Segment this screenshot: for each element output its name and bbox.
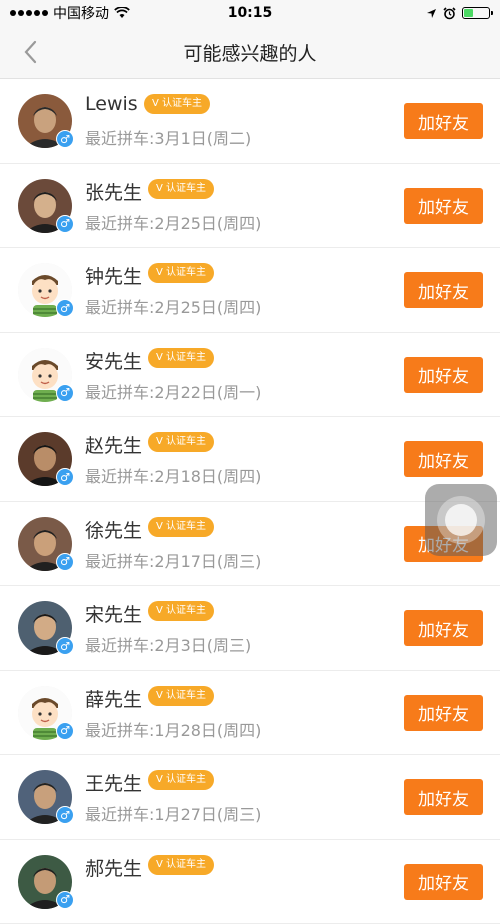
- person-name: 郝先生: [85, 854, 142, 881]
- add-friend-button[interactable]: 加好友: [404, 441, 483, 477]
- list-item[interactable]: ♂ 张先生 V 认证车主最近拼车:2月25日(周四) 加好友: [0, 164, 500, 249]
- male-gender-icon: ♂: [56, 215, 74, 233]
- verified-owner-badge: V 认证车主: [144, 94, 210, 114]
- add-friend-button[interactable]: 加好友: [404, 188, 483, 224]
- last-ride-text: 最近拼车:2月25日(周四): [85, 294, 261, 318]
- add-friend-button[interactable]: 加好友: [404, 864, 483, 900]
- verified-owner-badge: V 认证车主: [148, 601, 214, 621]
- add-friend-button[interactable]: 加好友: [404, 103, 483, 139]
- last-ride-text: 最近拼车:2月3日(周三): [85, 632, 251, 656]
- verified-owner-badge: V 认证车主: [148, 179, 214, 199]
- person-name: 安先生: [85, 347, 142, 374]
- last-ride-text: 最近拼车:3月1日(周二): [85, 125, 251, 149]
- list-item[interactable]: ♂ 郝先生 V 认证车主 加好友: [0, 840, 500, 924]
- add-friend-button[interactable]: 加好友: [404, 610, 483, 646]
- list-item[interactable]: ♂ Lewis V 认证车主最近拼车:3月1日(周二) 加好友: [0, 79, 500, 164]
- male-gender-icon: ♂: [56, 637, 74, 655]
- person-name: 宋先生: [85, 600, 142, 627]
- last-ride-text: 最近拼车:2月22日(周一): [85, 379, 261, 403]
- male-gender-icon: ♂: [56, 384, 74, 402]
- last-ride-text: 最近拼车:2月25日(周四): [85, 210, 261, 234]
- male-gender-icon: ♂: [56, 553, 74, 571]
- list-item[interactable]: ♂ 王先生 V 认证车主最近拼车:1月27日(周三) 加好友: [0, 755, 500, 840]
- person-name: 张先生: [85, 178, 142, 205]
- verified-owner-badge: V 认证车主: [148, 263, 214, 283]
- last-ride-text: 最近拼车:2月18日(周四): [85, 463, 261, 487]
- male-gender-icon: ♂: [56, 891, 74, 909]
- clock-time: 10:15: [0, 5, 500, 21]
- last-ride-text: 最近拼车:1月27日(周三): [85, 801, 261, 825]
- page-title: 可能感兴趣的人: [183, 39, 316, 66]
- male-gender-icon: ♂: [56, 299, 74, 317]
- battery-icon: [462, 7, 490, 19]
- male-gender-icon: ♂: [56, 468, 74, 486]
- list-item[interactable]: ♂ 薛先生 V 认证车主最近拼车:1月28日(周四) 加好友: [0, 671, 500, 756]
- male-gender-icon: ♂: [56, 130, 74, 148]
- add-friend-button[interactable]: 加好友: [404, 357, 483, 393]
- add-friend-button[interactable]: 加好友: [404, 695, 483, 731]
- add-friend-button[interactable]: 加好友: [404, 272, 483, 308]
- verified-owner-badge: V 认证车主: [148, 686, 214, 706]
- person-name: 徐先生: [85, 516, 142, 543]
- last-ride-text: 最近拼车:2月17日(周三): [85, 548, 261, 572]
- male-gender-icon: ♂: [56, 722, 74, 740]
- list-item[interactable]: ♂ 宋先生 V 认证车主最近拼车:2月3日(周三) 加好友: [0, 586, 500, 671]
- list-item[interactable]: ♂ 钟先生 V 认证车主最近拼车:2月25日(周四) 加好友: [0, 248, 500, 333]
- nav-bar: 可能感兴趣的人: [0, 26, 500, 79]
- assistive-touch-button[interactable]: [425, 484, 497, 556]
- list-item[interactable]: ♂ 安先生 V 认证车主最近拼车:2月22日(周一) 加好友: [0, 333, 500, 418]
- male-gender-icon: ♂: [56, 806, 74, 824]
- chevron-left-icon[interactable]: [20, 38, 44, 66]
- person-name: 赵先生: [85, 431, 142, 458]
- person-name: 钟先生: [85, 262, 142, 289]
- list-item[interactable]: ♂ 赵先生 V 认证车主最近拼车:2月18日(周四) 加好友: [0, 417, 500, 502]
- person-name: Lewis: [85, 93, 138, 115]
- last-ride-text: 最近拼车:1月28日(周四): [85, 717, 261, 741]
- person-name: 王先生: [85, 769, 142, 796]
- verified-owner-badge: V 认证车主: [148, 855, 214, 875]
- verified-owner-badge: V 认证车主: [148, 348, 214, 368]
- person-name: 薛先生: [85, 685, 142, 712]
- verified-owner-badge: V 认证车主: [148, 432, 214, 452]
- verified-owner-badge: V 认证车主: [148, 770, 214, 790]
- status-bar: 中国移动 10:15: [0, 0, 500, 26]
- verified-owner-badge: V 认证车主: [148, 517, 214, 537]
- add-friend-button[interactable]: 加好友: [404, 779, 483, 815]
